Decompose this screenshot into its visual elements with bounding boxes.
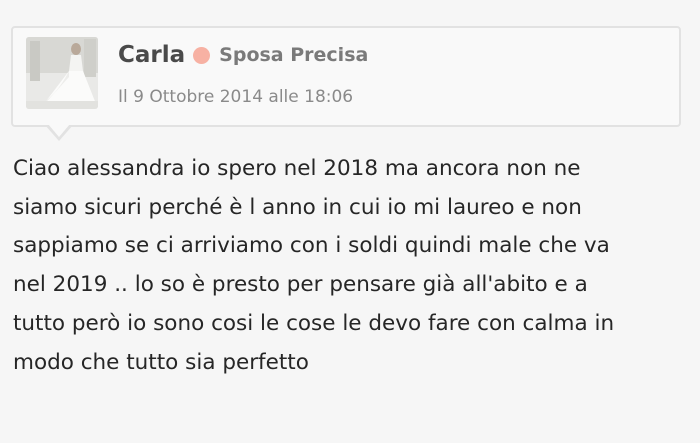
author-name[interactable]: Carla [118,42,185,68]
post-date: Il 9 Ottobre 2014 alle 18:06 [118,87,354,107]
message-line: Ciao alessandra io spero nel 2018 ma anc… [13,156,581,181]
bubble-pointer-fill [48,124,70,137]
message-line: sappiamo se ci arriviamo con i soldi qui… [13,233,610,259]
message-line: modo che tutto sia perfetto [13,349,309,375]
avatar[interactable] [26,37,98,109]
post-message: Ciao alessandra io spero nel 2018 ma anc… [13,150,673,382]
post-author-card: Carla Sposa Precisa Il 9 Ottobre 2014 al… [11,26,681,127]
author-line: Carla Sposa Precisa [118,42,368,68]
status-dot-icon [193,46,211,64]
message-line: tutto però io sono cosi le cose le devo … [13,310,615,336]
message-line: nel 2019 .. lo so è presto per pensare g… [13,272,588,298]
post-view: Carla Sposa Precisa Il 9 Ottobre 2014 al… [0,0,700,443]
author-rank: Sposa Precisa [219,44,369,66]
bride-dress-photo-icon [26,37,98,109]
message-line: siamo sicuri perché è l anno in cui io m… [13,194,582,220]
